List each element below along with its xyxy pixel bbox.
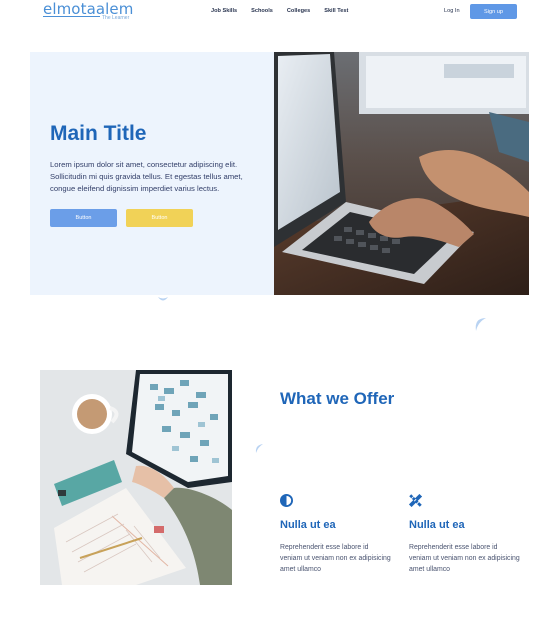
nav-skill-test[interactable]: Skill Test <box>324 8 348 14</box>
hero-title: Main Title <box>50 122 147 145</box>
main-nav: Job Skills Schools Colleges Skill Test <box>211 8 362 14</box>
logo-tagline: The Learner <box>102 15 130 21</box>
feature-title: Nulla ut ea <box>280 519 336 531</box>
offer-title: What we Offer <box>280 389 395 408</box>
decor-shape-3 <box>255 444 263 453</box>
primary-button[interactable]: Button <box>50 209 117 227</box>
nav-job-skills[interactable]: Job Skills <box>211 8 237 14</box>
logo-underline <box>43 16 100 17</box>
pencil-ruler-icon <box>409 494 422 507</box>
logo[interactable]: elmotaalem The Learner <box>43 1 133 21</box>
site-header: elmotaalem The Learner Job Skills School… <box>0 0 559 26</box>
signup-button[interactable]: Sign up <box>470 4 517 19</box>
feature-title: Nulla ut ea <box>409 519 465 531</box>
decor-shape-1 <box>158 297 168 301</box>
half-circle-icon <box>280 494 293 507</box>
secondary-button[interactable]: Button <box>126 209 193 227</box>
login-link[interactable]: Log In <box>444 8 460 14</box>
hero-section: Main Title Lorem ipsum dolor sit amet, c… <box>30 52 529 295</box>
feature-description: Reprehenderit esse labore id veniam ut v… <box>280 544 391 574</box>
nav-colleges[interactable]: Colleges <box>287 8 310 14</box>
offer-image-planner <box>40 370 232 585</box>
nav-schools[interactable]: Schools <box>251 8 273 14</box>
feature-description: Reprehenderit esse labore id veniam ut v… <box>409 544 520 574</box>
hero-description: Lorem ipsum dolor sit amet, consectetur … <box>50 160 243 193</box>
decor-shape-2 <box>475 318 486 331</box>
hero-image-laptop-typing <box>274 52 529 295</box>
